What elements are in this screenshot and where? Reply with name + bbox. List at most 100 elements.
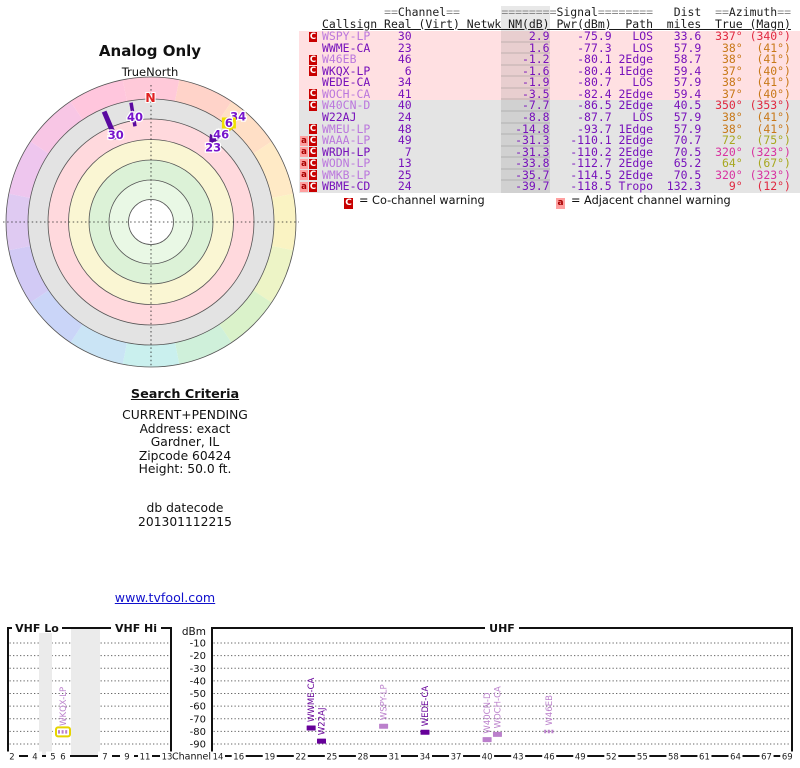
polar-chart-section: Analog Only TrueNorth 30 40 34 6 46 23 N (0, 0, 300, 380)
table-column-header: Callsign Real (Virt) Netwk NM(dB) Pwr(dB… (322, 16, 791, 31)
y-tick-label: -80 (190, 727, 206, 738)
x-tick-label: 52 (606, 753, 617, 763)
station-marker-label: W40CN-D (483, 692, 493, 734)
co-channel-warning-badge: C (309, 124, 317, 134)
station-marker (492, 731, 502, 737)
x-tick-label: 58 (668, 753, 679, 763)
table-body: C WSPY-LP 30 2.9 -75.9 LOS 33.6 337° (340… (299, 29, 800, 194)
y-tick-label: -10 (190, 639, 206, 650)
adjacent-channel-warning-badge: a (300, 158, 308, 169)
criteria-line: Height: 50.0 ft. (138, 462, 232, 477)
legend-warning-icon: C (344, 198, 353, 209)
station-table: ==Channel== ========Signal======== Dist … (299, 0, 800, 215)
legend-warning-icon: a (556, 198, 565, 209)
co-channel-warning-badge: C (309, 170, 317, 181)
polar-chart: 3040 3464623N (3, 76, 299, 368)
station-marker-label: WOCH-CA (493, 686, 503, 728)
station-marker-label: W46EB (545, 695, 555, 726)
cell-virt-netwk (412, 179, 502, 193)
y-axis-title: dBm (182, 626, 206, 638)
co-channel-warning-badge: C (309, 89, 317, 100)
x-tick-label: 11 (140, 753, 151, 763)
x-tick-label: 43 (513, 753, 524, 763)
co-channel-warning-badge: C (309, 54, 317, 65)
co-channel-warning-badge: C (309, 66, 317, 77)
x-tick-label: 5 (50, 753, 55, 763)
compass-ring-segment (122, 342, 180, 367)
spectrum-gap-band (39, 629, 52, 755)
station-marker-label: WSPY-LP (380, 684, 390, 720)
x-tick-label: 40 (482, 753, 493, 763)
cell-azimuth-true: 9° (701, 179, 743, 194)
station-marker-label: WKQX-LP (59, 687, 69, 726)
x-tick-label: 28 (357, 753, 368, 763)
station-marker-label: WWME-CA (307, 677, 317, 722)
y-tick-label: -50 (190, 689, 206, 700)
channel-label: 40 (127, 110, 143, 124)
x-tick-label: 64 (730, 753, 741, 763)
y-tick-label: -70 (190, 714, 206, 725)
criteria-line: CURRENT+PENDING (122, 408, 248, 423)
station-marker-label: W22AJ (318, 708, 328, 736)
channel-label: 23 (205, 140, 221, 154)
x-tick-label: 25 (326, 753, 337, 763)
station-marker (379, 723, 389, 729)
polar-chart-title: Analog Only (98, 42, 202, 60)
db-datecode-label: db datecode (146, 501, 224, 516)
db-datecode-block: db datecode 201301112215 (85, 502, 285, 529)
cell-real-channel: 24 (377, 179, 412, 194)
x-tick-label: 34 (420, 753, 431, 763)
search-criteria: Search Criteria CURRENT+PENDING Address: … (85, 388, 285, 529)
site-link-wrapper: www.tvfool.com (60, 590, 270, 605)
cell-miles: 132.3 (653, 179, 702, 194)
x-tick-label: 61 (699, 753, 710, 763)
co-channel-warning-badge: C (309, 147, 317, 158)
legend-label: = Adjacent channel warning (571, 194, 731, 207)
cell-nm-db: -39.7 (501, 179, 550, 194)
co-channel-warning-badge: C (309, 181, 317, 192)
x-tick-label: 22 (295, 753, 306, 763)
y-tick-label: -90 (190, 740, 206, 751)
x-tick-label: 4 (32, 753, 37, 763)
co-channel-warning-badge: C (309, 31, 317, 42)
x-tick-label: 2 (9, 753, 14, 763)
y-tick-label: -20 (190, 651, 206, 662)
table-row-text: WBME-CD 24 -39.7 -118.5 Tropo 132.3 9° (… (299, 179, 800, 194)
x-tick-label: 49 (575, 753, 586, 763)
criteria-line: Address: exact (139, 421, 231, 436)
db-datecode-value: 201301112215 (138, 514, 232, 529)
band-label: UHF (489, 622, 515, 635)
co-channel-warning-badge: C (309, 135, 317, 146)
cell-path: Tropo (611, 179, 654, 194)
legend-label: = Co-channel warning (359, 194, 485, 207)
x-tick-label: 67 (761, 753, 772, 763)
table-legend: C = Co-channel warning a = Adjacent channel… (299, 194, 800, 209)
x-tick-label: 9 (124, 753, 129, 763)
cell-callsign: WBME-CD (322, 179, 378, 194)
station-marker (420, 729, 430, 735)
station-marker-label: WEDE-CA (421, 686, 431, 727)
table-row: a C WBME-CD 24 -39.7 -118.5 Tropo 132.3 9°… (299, 179, 800, 194)
x-tick-label: 55 (637, 753, 648, 763)
x-tick-label: 6 (60, 753, 65, 763)
x-tick-label: 31 (389, 753, 400, 763)
search-criteria-heading: Search Criteria (130, 387, 240, 402)
adjacent-channel-warning-badge: a (300, 135, 308, 146)
band-label: VHF Hi (115, 622, 157, 635)
co-channel-legend: C = Co-channel warning (344, 194, 485, 209)
tvfool-link[interactable]: www.tvfool.com (115, 590, 215, 605)
station-marker (317, 738, 326, 744)
y-tick-label: -40 (190, 676, 206, 687)
compass-ring-segment (271, 193, 296, 251)
x-tick-label: 16 (233, 753, 244, 763)
x-tick-label: 37 (451, 753, 462, 763)
x-tick-label: 19 (264, 753, 275, 763)
x-tick-label: 69 (782, 753, 793, 763)
channel-label: 30 (108, 128, 124, 142)
adjacent-channel-warning-badge: a (300, 181, 308, 192)
band-label: VHF Lo (15, 622, 59, 635)
y-tick-label: -30 (190, 664, 206, 675)
cell-pwr-dbm: -118.5 (549, 179, 612, 194)
compass-north-n: N (145, 90, 155, 105)
cell-azimuth-magnetic: (12°) (742, 179, 791, 194)
